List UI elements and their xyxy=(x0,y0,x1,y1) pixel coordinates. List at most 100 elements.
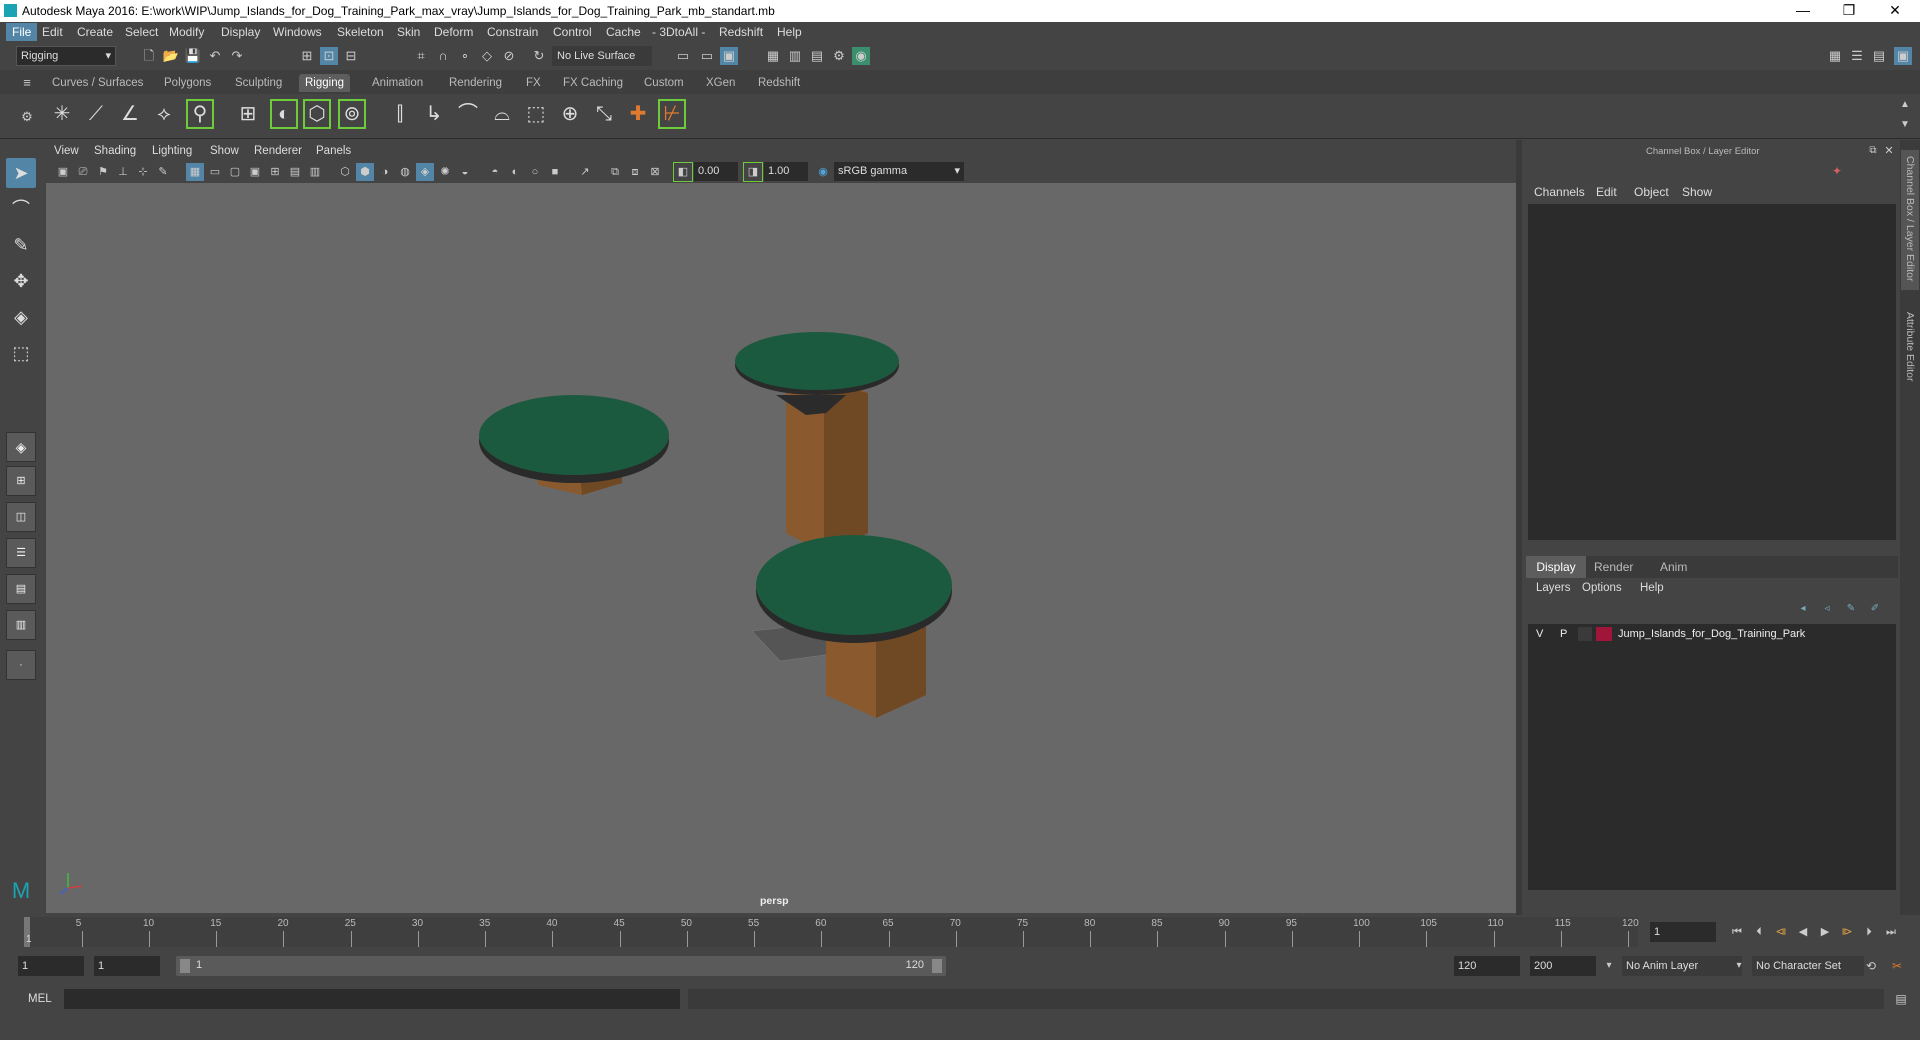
maya-home-icon[interactable]: M xyxy=(6,876,36,906)
cb-menu-object[interactable]: Object xyxy=(1634,185,1669,199)
cb-menu-channels[interactable]: Channels xyxy=(1534,185,1585,199)
layer-playback-toggle[interactable]: P xyxy=(1560,628,1574,640)
move-layer-up-icon[interactable]: ◂ xyxy=(1794,600,1812,618)
move-layer-down-icon[interactable]: ◃ xyxy=(1818,600,1836,618)
panel-menu-view[interactable]: View xyxy=(54,145,79,157)
animation-end-field[interactable]: 200 xyxy=(1530,956,1596,976)
manipulator-icon[interactable]: ✦ xyxy=(1828,162,1846,180)
character-set-select[interactable]: No Character Set xyxy=(1752,956,1864,976)
four-view-layout-icon[interactable]: ⊞ xyxy=(6,466,36,496)
step-back-frame-icon[interactable]: ⧏ xyxy=(1772,923,1790,941)
humanik-icon[interactable]: ⚲ xyxy=(186,99,214,129)
script-editor-icon[interactable]: ▤ xyxy=(1892,990,1910,1008)
paint-weights-icon[interactable]: ⌒ xyxy=(454,99,482,129)
menu-file[interactable]: File xyxy=(6,23,38,41)
chevron-down-icon[interactable]: ▾ xyxy=(1730,957,1748,975)
new-scene-icon[interactable]: 🗋 xyxy=(140,47,158,65)
animation-start-field[interactable]: 1 xyxy=(18,956,84,976)
construction-history-icon[interactable]: ▣ xyxy=(720,47,738,65)
attribute-editor-toggle-icon[interactable]: ☰ xyxy=(1848,47,1866,65)
create-joints-icon[interactable]: ✳ xyxy=(48,99,76,129)
xray-joints-icon[interactable]: ⧉ xyxy=(606,163,624,181)
shelf-tab-polygons[interactable]: Polygons xyxy=(158,74,217,92)
side-tab-channel-box[interactable]: Channel Box / Layer Editor xyxy=(1901,150,1919,290)
shelf-tab-curves-surfaces[interactable]: Curves / Surfaces xyxy=(46,74,149,92)
current-frame-field[interactable]: 1 xyxy=(1650,922,1716,942)
snap-grid-icon[interactable]: ⌗ xyxy=(412,47,430,65)
time-slider[interactable]: 1 5 10 15 20 25 30 35 40 45 50 55 60 65 70 75 80 85 90 95 1… xyxy=(0,915,1920,949)
select-component-icon[interactable]: ⊟ xyxy=(342,47,360,65)
layer-menu-options[interactable]: Options xyxy=(1582,582,1622,594)
layer-tab-render[interactable]: Render xyxy=(1594,556,1633,578)
hypershade-layout-icon[interactable]: ▥ xyxy=(6,610,36,640)
ik-spline-icon[interactable]: ⟡ xyxy=(150,99,178,129)
custom-layout-icon[interactable]: · xyxy=(6,650,36,680)
go-to-start-icon[interactable]: ⏮ xyxy=(1728,923,1746,941)
minimize-button[interactable]: — xyxy=(1780,0,1826,22)
live-surface-field[interactable]: No Live Surface xyxy=(552,46,652,66)
range-start-handle[interactable] xyxy=(180,959,190,973)
shelf-tab-animation[interactable]: Animation xyxy=(366,74,429,92)
two-pane-layout-icon[interactable]: ◫ xyxy=(6,502,36,532)
shelf-tab-xgen[interactable]: XGen xyxy=(700,74,741,92)
orient-constraint-icon[interactable]: ⊕ xyxy=(556,99,584,129)
snap-live-icon[interactable]: ⊘ xyxy=(500,47,518,65)
input-ops-icon[interactable]: ▭ xyxy=(674,47,692,65)
modeling-toolkit-icon[interactable]: ▦ xyxy=(1826,47,1844,65)
panel-menu-shading[interactable]: Shading xyxy=(94,145,136,157)
menu-skeleton[interactable]: Skeleton xyxy=(337,25,384,39)
hypershade-icon[interactable]: ◉ xyxy=(852,47,870,65)
bookmark-icon[interactable]: ⚑ xyxy=(94,163,112,181)
wireframe-on-shaded-icon[interactable]: ◑ xyxy=(376,163,394,181)
redo-icon[interactable]: ↷ xyxy=(228,47,246,65)
select-tool-icon[interactable]: ➤ xyxy=(6,158,36,188)
shelf-scroll-down-icon[interactable]: ▼ xyxy=(1896,116,1914,134)
shelf-tab-custom[interactable]: Custom xyxy=(638,74,690,92)
graph-editor-layout-icon[interactable]: ▤ xyxy=(6,574,36,604)
locator-icon[interactable]: ✚ xyxy=(624,99,652,129)
field-chart-icon[interactable]: ⊞ xyxy=(266,163,284,181)
layer-row[interactable]: V P Jump_Islands_for_Dog_Training_Park xyxy=(1530,626,1894,644)
use-all-lights-icon[interactable]: ◈ xyxy=(416,163,434,181)
script-type-label[interactable]: MEL xyxy=(28,993,52,1005)
snap-view-plane-icon[interactable]: ◇ xyxy=(478,47,496,65)
menu-constrain[interactable]: Constrain xyxy=(487,25,538,39)
lattice-icon[interactable]: ⬡ xyxy=(303,99,331,129)
snap-curve-icon[interactable]: ∩ xyxy=(434,47,452,65)
exposure-icon[interactable]: ◧ xyxy=(673,162,693,182)
panel-menu-renderer[interactable]: Renderer xyxy=(254,145,302,157)
select-object-icon[interactable]: ⊡ xyxy=(320,47,338,65)
select-hierarchy-icon[interactable]: ⊞ xyxy=(298,47,316,65)
pole-vector-icon[interactable]: ⌓ xyxy=(488,99,516,129)
view-transform-select[interactable]: sRGB gamma ▾ xyxy=(834,162,964,181)
open-scene-icon[interactable]: 📂 xyxy=(162,47,180,65)
scale-constraint-icon[interactable]: ⬚ xyxy=(522,99,550,129)
step-forward-frame-icon[interactable]: ⧐ xyxy=(1838,923,1856,941)
camera-attributes-icon[interactable]: ⎚ xyxy=(74,163,92,181)
menu-modify[interactable]: Modify xyxy=(169,25,204,39)
snap-point-icon[interactable]: ∘ xyxy=(456,47,474,65)
channel-list-area[interactable] xyxy=(1528,204,1896,540)
layer-menu-layers[interactable]: Layers xyxy=(1536,582,1571,594)
image-plane-icon[interactable]: ⊥ xyxy=(114,163,132,181)
multisample-aa-icon[interactable]: ◐ xyxy=(506,163,524,181)
grid-toggle-icon[interactable]: ▦ xyxy=(186,163,204,181)
tool-settings-toggle-icon[interactable]: ▤ xyxy=(1870,47,1888,65)
menu-control[interactable]: Control xyxy=(553,25,592,39)
safe-title-icon[interactable]: ▥ xyxy=(306,163,324,181)
wireframe-icon[interactable]: ⬡ xyxy=(336,163,354,181)
menu-display[interactable]: Display xyxy=(221,25,260,39)
layer-color-swatch[interactable] xyxy=(1596,627,1612,641)
layer-tab-anim[interactable]: Anim xyxy=(1660,556,1687,578)
save-scene-icon[interactable]: 💾 xyxy=(184,47,202,65)
shelf-scroll-up-icon[interactable]: ▲ xyxy=(1896,96,1914,114)
shelf-options-icon[interactable]: ⚙ xyxy=(18,108,36,126)
auto-key-icon[interactable]: ⟲ xyxy=(1862,957,1880,975)
layer-tab-display[interactable]: Display xyxy=(1526,556,1586,578)
step-back-key-icon[interactable]: ⏴ xyxy=(1750,923,1768,941)
smooth-shade-icon[interactable]: ⬢ xyxy=(356,163,374,181)
menu-cache[interactable]: Cache xyxy=(606,25,641,39)
safe-action-icon[interactable]: ▤ xyxy=(286,163,304,181)
lasso-tool-icon[interactable]: ⌒ xyxy=(6,194,36,224)
cb-menu-show[interactable]: Show xyxy=(1682,185,1712,199)
